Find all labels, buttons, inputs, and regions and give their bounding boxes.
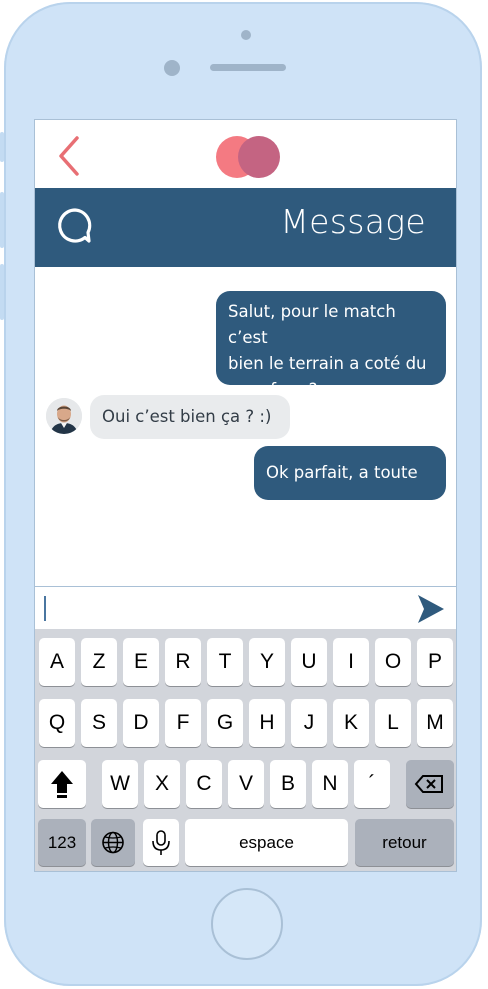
home-button[interactable]: [211, 888, 283, 960]
key-n[interactable]: N: [312, 760, 348, 808]
proximity-sensor: [164, 60, 180, 76]
message-line: bien le terrain a coté du: [228, 354, 427, 373]
volume-down-button: [0, 264, 4, 320]
key-r[interactable]: R: [165, 638, 201, 686]
key-x[interactable]: X: [144, 760, 180, 808]
key-label: L: [387, 711, 399, 734]
key-z[interactable]: Z: [81, 638, 117, 686]
key-label: T: [218, 650, 232, 673]
backspace-key[interactable]: [406, 760, 454, 808]
numbers-key[interactable]: 123: [38, 819, 86, 866]
avatar[interactable]: [46, 398, 82, 434]
key-i[interactable]: I: [333, 638, 369, 686]
numbers-key-label: 123: [47, 833, 77, 852]
message-line: Oui c’est bien ça ? :): [102, 407, 272, 426]
message-input-bar: [35, 586, 456, 629]
space-key-label: espace: [239, 833, 294, 852]
key-y[interactable]: Y: [249, 638, 285, 686]
key-label: P: [427, 650, 442, 673]
mute-switch: [0, 132, 4, 162]
key-p[interactable]: P: [417, 638, 453, 686]
key-d[interactable]: D: [123, 699, 159, 747]
front-camera: [241, 30, 251, 40]
key-label: F: [176, 711, 190, 734]
key-k[interactable]: K: [333, 699, 369, 747]
key-m[interactable]: M: [417, 699, 453, 747]
key-label: Q: [48, 711, 66, 734]
key-f[interactable]: F: [165, 699, 201, 747]
return-key[interactable]: retour: [355, 819, 454, 866]
key-label: D: [133, 711, 149, 734]
backspace-icon: [414, 775, 443, 793]
key-h[interactable]: H: [249, 699, 285, 747]
message-line: Salut, pour le match c’est: [228, 302, 396, 347]
send-icon[interactable]: [416, 593, 446, 625]
microphone-icon: [152, 830, 170, 855]
key-label: J: [303, 711, 315, 734]
chat-bubble-icon[interactable]: [55, 206, 95, 246]
key-label: M: [426, 711, 444, 734]
return-key-label: retour: [382, 833, 427, 852]
key-label: C: [196, 772, 212, 795]
key-v[interactable]: V: [228, 760, 264, 808]
key-w[interactable]: W: [102, 760, 138, 808]
microphone-key[interactable]: [143, 819, 179, 866]
shift-icon: [51, 771, 73, 798]
key-u[interactable]: U: [291, 638, 327, 686]
key-g[interactable]: G: [207, 699, 243, 747]
key-b[interactable]: B: [270, 760, 306, 808]
key-label: N: [322, 772, 338, 795]
key-a[interactable]: A: [39, 638, 75, 686]
key-s[interactable]: S: [81, 699, 117, 747]
key-label: W: [110, 772, 130, 795]
key-label: E: [133, 650, 148, 673]
key-c[interactable]: C: [186, 760, 222, 808]
globe-icon: [102, 831, 124, 854]
key-label: K: [343, 711, 358, 734]
key-label: R: [175, 650, 191, 673]
text-cursor: [44, 596, 46, 621]
page-title: Message: [280, 202, 426, 241]
key-e[interactable]: E: [123, 638, 159, 686]
key-accent[interactable]: ´: [354, 760, 390, 808]
key-o[interactable]: O: [375, 638, 411, 686]
key-j[interactable]: J: [291, 699, 327, 747]
key-label: X: [154, 772, 169, 795]
key-label: Z: [92, 650, 106, 673]
key-t[interactable]: T: [207, 638, 243, 686]
message-line: Ok parfait, a toute !!: [266, 463, 418, 524]
globe-key[interactable]: [91, 819, 135, 866]
space-key[interactable]: espace: [185, 819, 348, 866]
key-label: O: [384, 650, 402, 673]
app-logo: [213, 135, 283, 179]
key-label: U: [301, 650, 317, 673]
message-bubble-sent[interactable]: Ok parfait, a toute !!: [254, 446, 446, 524]
shift-key[interactable]: [38, 760, 86, 808]
keyboard: A Z E R T Y U I O P Q S D F G H J K L M W X C V B N ´ 123: [35, 629, 456, 871]
key-label: B: [280, 772, 295, 795]
key-label: G: [216, 711, 234, 734]
message-bubble-sent[interactable]: Salut, pour le match c’est bien le terra…: [216, 291, 446, 399]
volume-up-button: [0, 192, 4, 248]
key-label: V: [238, 772, 253, 795]
top-bar: [35, 120, 456, 188]
earpiece-speaker: [210, 64, 286, 71]
key-label: I: [348, 650, 354, 673]
chevron-left-icon[interactable]: [55, 136, 85, 176]
header: Message: [35, 188, 456, 267]
key-label: Y: [259, 650, 274, 673]
key-label: A: [49, 650, 64, 673]
message-bubble-received[interactable]: Oui c’est bien ça ? :): [90, 395, 290, 439]
key-l[interactable]: L: [375, 699, 411, 747]
key-label: H: [259, 711, 275, 734]
key-label: ´: [368, 772, 376, 795]
message-list: Salut, pour le match c’est bien le terra…: [35, 267, 456, 587]
key-label: S: [91, 711, 106, 734]
app-screen: Message Salut, pour le match c’est bien …: [34, 119, 457, 872]
key-q[interactable]: Q: [39, 699, 75, 747]
message-input[interactable]: [35, 587, 405, 630]
